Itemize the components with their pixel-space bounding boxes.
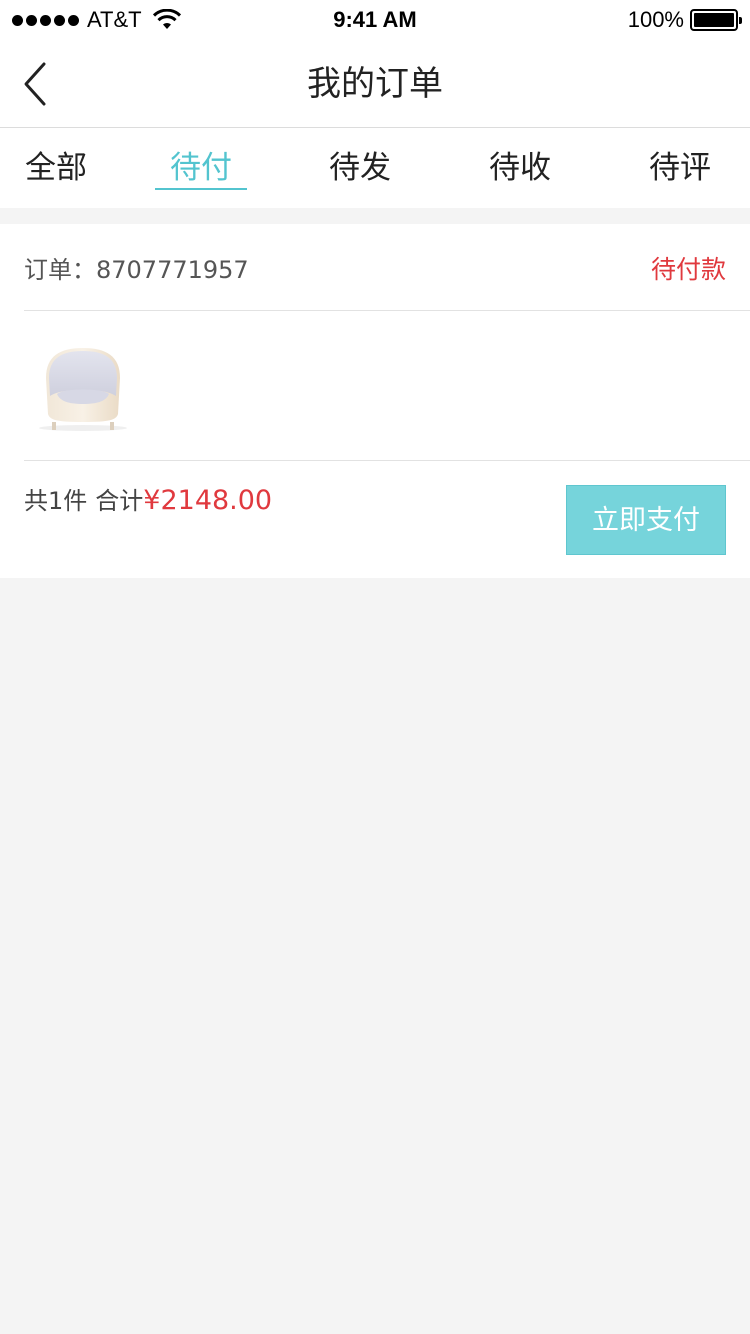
total-label: 合计 (95, 487, 144, 515)
order-summary: 共1件 合计¥2148.00 (24, 461, 272, 541)
battery-icon (690, 9, 742, 31)
item-count: 共1件 (24, 487, 88, 515)
status-right: 100% (627, 0, 742, 40)
armchair-image[interactable] (30, 338, 136, 434)
order-number: 订单：8707771957 (24, 256, 249, 284)
nav-bar: 我的订单 (0, 40, 750, 128)
tab-pending-review[interactable]: 待评论 (634, 128, 726, 266)
chevron-left-icon (24, 62, 46, 106)
tab-pending-payment[interactable]: 待付款 (155, 128, 247, 266)
order-header: 订单：8707771957 待付款 (24, 224, 726, 311)
order-tabs: 全部 待付款 待发货 待收货 待评论 (0, 128, 750, 266)
battery-percentage: 100% (627, 7, 684, 32)
divider (24, 310, 750, 311)
pay-now-button[interactable]: 立即支付 (566, 485, 726, 555)
order-card[interactable]: 订单：8707771957 待付款 共1件 合计¥2148.00 立即支付 (0, 224, 750, 578)
tab-label: 全部 (25, 150, 87, 186)
order-footer: 共1件 合计¥2148.00 立即支付 (24, 461, 726, 578)
total-price: ¥2148.00 (143, 485, 273, 516)
order-status: 待付款 (650, 254, 726, 284)
screen: AT&T 9:41 AM 100% 我的订单 全部 待付 待发 待收 待评 订单… (0, 0, 750, 1334)
page-title: 我的订单 (307, 64, 443, 104)
tab-pending-shipment[interactable]: 待发货 (314, 128, 406, 266)
tab-all[interactable]: 全部 (24, 128, 88, 208)
status-bar: AT&T 9:41 AM 100% (0, 0, 750, 40)
tab-pending-receipt[interactable]: 待收货 (474, 128, 566, 266)
back-button[interactable] (18, 58, 58, 110)
active-tab-indicator (155, 188, 247, 190)
